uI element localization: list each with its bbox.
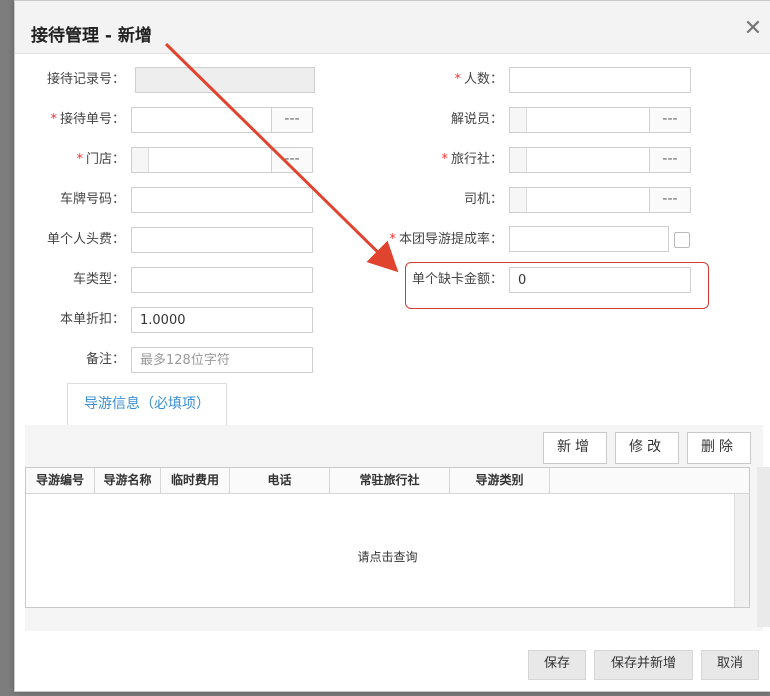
field-vehicle-type: 车类型： — [15, 266, 335, 294]
dialog-titlebar: 接待管理 - 新增 ✕ — [15, 1, 770, 54]
required-mark: * — [441, 152, 448, 167]
dialog: 接待管理 - 新增 ✕ 接待记录号： * 接待单号： --- * 门店： --- 车… — [14, 0, 770, 692]
travel-agency-input[interactable]: --- — [509, 147, 691, 173]
commission-checkbox[interactable] — [674, 232, 690, 248]
lookup-button[interactable]: --- — [649, 108, 690, 132]
lookup-button[interactable]: --- — [271, 148, 312, 172]
column-header[interactable]: 临时费用 — [161, 468, 230, 493]
field-plate-no: 车牌号码： — [15, 186, 335, 214]
plate-no-input[interactable] — [131, 187, 313, 213]
guide-table: 导游编号 导游名称 临时费用 电话 常驻旅行社 导游类别 请点击查询 — [25, 467, 750, 608]
label: 单个人头费 — [46, 232, 112, 247]
label: 车类型 — [72, 272, 112, 287]
label: 旅行社 — [450, 152, 490, 167]
lookup-button[interactable]: --- — [649, 188, 690, 212]
table-scrollbar[interactable] — [734, 494, 749, 607]
per-head-fee-input[interactable] — [131, 227, 313, 253]
missing-card-amount-input[interactable]: 0 — [509, 267, 691, 293]
label: 人数 — [463, 72, 490, 87]
field-narrator: 解说员： --- — [375, 106, 755, 134]
field-per-head-fee: 单个人头费： — [15, 226, 335, 254]
field-travel-agency: * 旅行社： --- — [375, 146, 755, 174]
label: 车牌号码 — [59, 192, 112, 207]
column-header[interactable]: 导游名称 — [95, 468, 161, 493]
cancel-button[interactable]: 取消 — [701, 650, 759, 680]
required-mark: * — [76, 152, 83, 167]
column-header[interactable]: 电话 — [230, 468, 330, 493]
field-remarks: 备注： 最多128位字符 — [15, 346, 335, 374]
field-reception-order-no: * 接待单号： --- — [15, 106, 335, 134]
required-mark: * — [454, 72, 461, 87]
input-prefix — [510, 188, 527, 212]
input-prefix — [510, 108, 527, 132]
label: 本单折扣 — [59, 312, 112, 327]
store-input[interactable]: --- — [131, 147, 313, 173]
lookup-button[interactable]: --- — [271, 108, 312, 132]
field-reception-record-no: 接待记录号： — [15, 66, 335, 94]
discount-input[interactable]: 1.0000 — [131, 307, 313, 333]
remarks-input[interactable]: 最多128位字符 — [131, 347, 313, 373]
column-header[interactable]: 导游编号 — [26, 468, 95, 493]
label: 接待单号 — [59, 112, 112, 127]
label: 门店 — [85, 152, 112, 167]
dialog-body: 接待记录号： * 接待单号： --- * 门店： --- 车牌号码： 单个人头费： … — [15, 54, 770, 691]
label: 接待记录号 — [46, 72, 112, 87]
reception-record-no-input[interactable] — [135, 67, 315, 93]
required-mark: * — [389, 232, 396, 247]
add-button[interactable]: 新增 — [543, 432, 607, 464]
headcount-input[interactable] — [509, 67, 691, 93]
label: 解说员 — [450, 112, 490, 127]
field-headcount: * 人数： — [375, 66, 755, 94]
required-mark: * — [50, 112, 57, 127]
narrator-input[interactable]: --- — [509, 107, 691, 133]
input-prefix — [510, 148, 527, 172]
label: 本团导游提成率 — [398, 232, 490, 247]
guide-commission-rate-input[interactable] — [509, 226, 669, 252]
save-button[interactable]: 保存 — [528, 650, 586, 680]
column-header[interactable]: 导游类别 — [450, 468, 550, 493]
empty-message[interactable]: 请点击查询 — [26, 548, 749, 565]
field-missing-card-amount: 单个缺卡金额： 0 — [375, 266, 755, 294]
label: 单个缺卡金额 — [411, 272, 490, 287]
vehicle-type-input[interactable] — [131, 267, 313, 293]
label: 司机 — [463, 192, 490, 207]
label: 备注 — [85, 352, 112, 367]
edit-button[interactable]: 修改 — [615, 432, 679, 464]
field-store: * 门店： --- — [15, 146, 335, 174]
column-header[interactable]: 常驻旅行社 — [330, 468, 450, 493]
tab-guide-info[interactable]: 导游信息（必填项） — [67, 383, 227, 427]
tab-bar: 导游信息（必填项） — [25, 383, 761, 427]
driver-input[interactable]: --- — [509, 187, 691, 213]
dialog-title: 接待管理 - 新增 — [31, 26, 152, 46]
input-prefix — [132, 148, 149, 172]
delete-button[interactable]: 删除 — [687, 432, 751, 464]
save-and-new-button[interactable]: 保存并新增 — [594, 650, 693, 680]
field-discount: 本单折扣： 1.0000 — [15, 306, 335, 334]
table-header: 导游编号 导游名称 临时费用 电话 常驻旅行社 导游类别 — [26, 468, 749, 494]
field-guide-commission-rate: * 本团导游提成率： — [375, 226, 755, 254]
reception-order-no-input[interactable]: --- — [131, 107, 313, 133]
lookup-button[interactable]: --- — [649, 148, 690, 172]
field-driver: 司机： --- — [375, 186, 755, 214]
panel-scrollbar[interactable] — [757, 467, 770, 627]
close-icon[interactable]: ✕ — [743, 18, 763, 40]
